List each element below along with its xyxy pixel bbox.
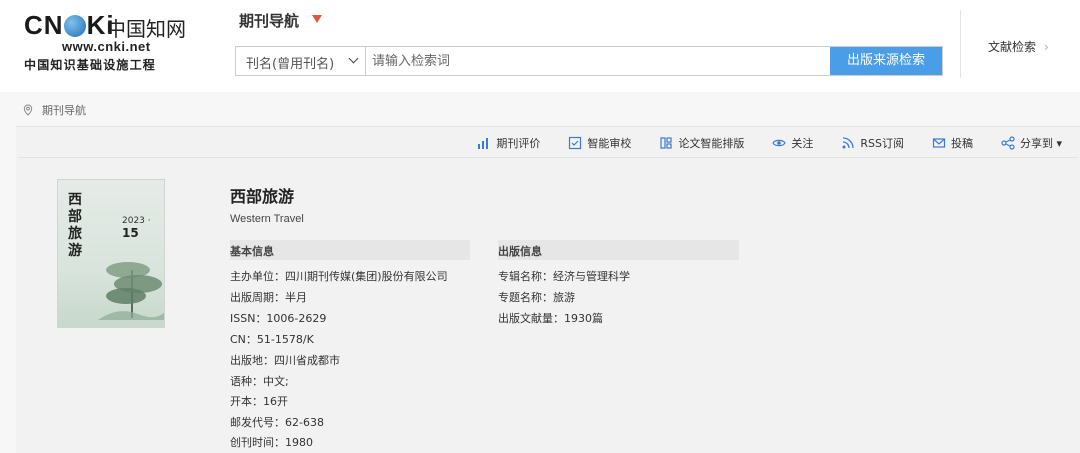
nav-title[interactable]: 期刊导航 [239, 10, 299, 31]
search-bar: 刊名(曾用刊名) 出版来源检索 [235, 46, 943, 76]
cover-year: 2023 [122, 216, 145, 226]
mail-icon [932, 138, 946, 148]
cnki-logo[interactable]: CN Ki 中国知网 www.cnki.net 中国知识基础设施工程 [24, 10, 194, 72]
proofread-icon [569, 136, 582, 150]
search-field-value: 刊名(曾用刊名) [246, 57, 335, 72]
journal-toolbar: 期刊评价 智能审校 论文智能排版 关注 RSS订阅 投稿 分享到 ▾ [477, 135, 1062, 151]
location-pin-icon [23, 104, 33, 116]
tool-label: 投稿 [950, 137, 973, 150]
logo-url: www.cnki.net [62, 39, 151, 54]
tool-smart-layout[interactable]: 论文智能排版 [659, 135, 744, 151]
top-header: CN Ki 中国知网 www.cnki.net 中国知识基础设施工程 期刊导航 刊… [0, 0, 1080, 92]
basic-field-sponsor: 主办单位：四川期刊传媒(集团)股份有限公司 [230, 270, 448, 283]
share-icon [1001, 136, 1015, 150]
chevron-right-icon: › [1044, 40, 1049, 54]
basic-field-founded: 创刊时间：1980 [230, 436, 313, 449]
search-input[interactable] [366, 47, 830, 75]
basic-field-cycle: 出版周期：半月 [230, 291, 307, 304]
basic-field-language: 语种：中文; [230, 375, 289, 388]
tool-label: RSS订阅 [860, 137, 904, 150]
basic-field-format: 开本：16开 [230, 395, 288, 408]
chevron-down-icon [348, 53, 359, 64]
caret-down-icon[interactable] [312, 15, 322, 23]
header-divider [960, 10, 961, 78]
publish-field-series: 专辑名称：经济与管理科学 [498, 270, 630, 283]
tool-label: 期刊评价 [496, 137, 541, 150]
doc-search-link[interactable]: 文献检索 › [988, 38, 1049, 55]
basic-field-postal-code: 邮发代号：62-638 [230, 416, 324, 429]
logo-brand: CN Ki [24, 10, 115, 41]
publish-field-topic: 专题名称：旅游 [498, 291, 575, 304]
cover-issue: 2023 · 15 [122, 216, 151, 240]
bar-chart-icon [478, 138, 489, 149]
journal-cover[interactable]: 西部旅游 2023 · 15 [57, 179, 165, 328]
doc-search-label: 文献检索 [988, 40, 1037, 54]
tool-label: 分享到 ▾ [1019, 137, 1062, 150]
journal-subtitle: Western Travel [230, 213, 304, 225]
tool-follow[interactable]: 关注 [772, 135, 813, 151]
logo-cn-name: 中国知网 [106, 17, 186, 41]
search-field-select[interactable]: 刊名(曾用刊名) [236, 47, 366, 75]
basic-field-cn: CN：51-1578/K [230, 333, 314, 346]
tool-share[interactable]: 分享到 ▾ [1001, 135, 1062, 151]
logo-tagline: 中国知识基础设施工程 [24, 58, 157, 72]
cover-title: 西部旅游 [68, 192, 82, 259]
rss-icon [842, 137, 855, 149]
basic-field-place: 出版地：四川省成都市 [230, 354, 340, 367]
journal-title: 西部旅游 [230, 187, 295, 206]
eye-icon [772, 139, 787, 147]
search-button[interactable]: 出版来源检索 [830, 47, 942, 75]
tool-rss[interactable]: RSS订阅 [841, 135, 904, 151]
tool-submit[interactable]: 投稿 [932, 135, 973, 151]
globe-icon [63, 15, 86, 37]
breadcrumb: 期刊导航 [22, 102, 86, 118]
layout-icon [660, 137, 672, 149]
tool-label: 关注 [791, 137, 814, 150]
cover-pine-illustration [98, 262, 164, 320]
breadcrumb-label[interactable]: 期刊导航 [42, 102, 86, 118]
tool-journal-evaluation[interactable]: 期刊评价 [477, 135, 540, 151]
basic-info-heading: 基本信息 [230, 240, 470, 260]
publish-field-count: 出版文献量：1930篇 [498, 312, 603, 325]
toolbar-divider [18, 157, 1078, 158]
publish-info-heading: 出版信息 [498, 240, 739, 260]
basic-field-issn: ISSN：1006-2629 [230, 312, 327, 325]
cover-issue-number: 15 [122, 226, 139, 240]
tool-smart-proofread[interactable]: 智能审校 [568, 135, 631, 151]
logo-brand-prefix: CN [24, 10, 64, 40]
tool-label: 论文智能排版 [678, 137, 745, 150]
tool-label: 智能审校 [587, 137, 632, 150]
journal-panel: 期刊评价 智能审校 论文智能排版 关注 RSS订阅 投稿 分享到 ▾ 西部旅游 [16, 126, 1080, 453]
